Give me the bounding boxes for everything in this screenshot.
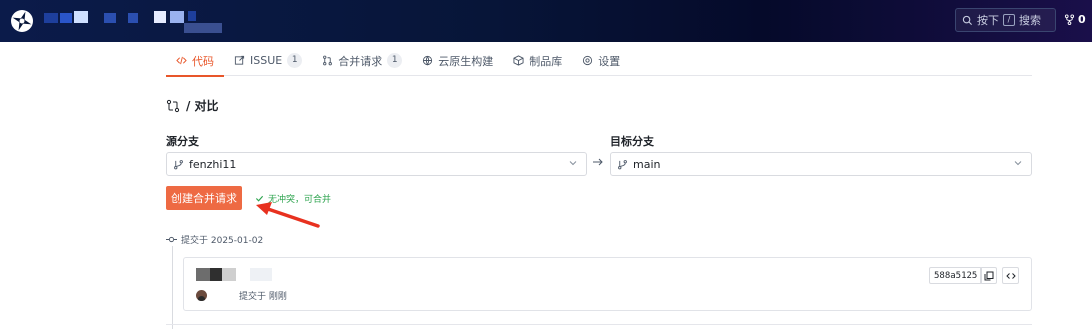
source-branch-value: fenzhi11 xyxy=(189,157,237,171)
commit-card[interactable]: 提交于 刚刚 588a5125 xyxy=(183,257,1032,311)
tab-merge-requests-label: 合并请求 xyxy=(338,54,383,68)
tab-cloud-build[interactable]: 云原生构建 xyxy=(412,46,503,76)
target-branch-value: main xyxy=(633,157,661,171)
global-search[interactable]: 按下 / 搜索 xyxy=(955,8,1056,32)
tab-cloud-build-label: 云原生构建 xyxy=(438,54,494,68)
package-icon xyxy=(513,55,524,66)
chevron-down-icon xyxy=(1014,161,1022,166)
source-branch-select[interactable]: fenzhi11 xyxy=(166,152,587,176)
settings-icon xyxy=(583,55,593,66)
code-icon xyxy=(176,56,187,65)
compare-icon xyxy=(166,99,180,112)
branch-icon xyxy=(618,159,627,169)
tab-code-label: 代码 xyxy=(192,54,214,68)
copy-sha-button[interactable] xyxy=(980,267,997,284)
create-merge-request-button[interactable]: 创建合并请求 xyxy=(166,186,242,210)
pull-request-icon xyxy=(323,55,333,66)
top-navbar: 按下 / 搜索 0 xyxy=(0,0,1092,42)
tab-packages[interactable]: 制品库 xyxy=(503,46,572,76)
fork-counter[interactable]: 0 xyxy=(1064,13,1086,26)
search-shortcut-text: 按下 xyxy=(977,14,999,27)
fork-count: 0 xyxy=(1078,13,1086,26)
commit-icon xyxy=(166,236,177,243)
commit-sha[interactable]: 588a5125 xyxy=(929,267,983,284)
target-branch-label: 目标分支 xyxy=(610,135,654,148)
issue-count-badge: 1 xyxy=(287,53,303,68)
issue-icon xyxy=(234,55,245,65)
page-title: / 对比 xyxy=(166,97,219,114)
tab-merge-requests[interactable]: 合并请求 1 xyxy=(312,46,412,76)
arrow-right-icon xyxy=(593,158,603,166)
copy-icon xyxy=(984,271,993,280)
search-label: 搜索 xyxy=(1019,14,1041,27)
divider xyxy=(166,324,1032,325)
redacted-repo-path[interactable] xyxy=(44,9,224,35)
target-branch-select[interactable]: main xyxy=(610,152,1032,176)
branch-icon xyxy=(174,159,183,169)
tab-packages-label: 制品库 xyxy=(529,54,563,68)
redacted-commit-title[interactable] xyxy=(196,268,272,281)
code-icon xyxy=(1005,272,1016,279)
commit-group-date: 提交于 2025-01-02 xyxy=(181,236,264,246)
merge-request-count-badge: 1 xyxy=(387,53,403,68)
page-title-text: / 对比 xyxy=(186,99,219,113)
tab-settings[interactable]: 设置 xyxy=(572,46,630,76)
commit-time: 提交于 刚刚 xyxy=(239,292,287,302)
browse-code-button[interactable] xyxy=(1002,267,1019,284)
avatar[interactable] xyxy=(196,290,207,301)
tab-settings-label: 设置 xyxy=(598,54,621,68)
search-shortcut-key: / xyxy=(1003,14,1015,26)
chevron-down-icon xyxy=(569,161,577,166)
repo-tabs: 代码 ISSUE 1 合并请求 1 云原生构建 制品库 设置 xyxy=(166,46,1032,77)
cloud-build-icon xyxy=(423,55,433,66)
timeline-line xyxy=(172,246,173,329)
app-logo[interactable] xyxy=(10,9,34,33)
annotation-arrow xyxy=(256,202,320,228)
search-icon xyxy=(962,15,973,25)
tab-code[interactable]: 代码 xyxy=(166,46,224,77)
tab-issue[interactable]: ISSUE 1 xyxy=(224,46,312,76)
commit-meta: 提交于 刚刚 xyxy=(196,289,287,302)
tab-issue-label: ISSUE xyxy=(250,54,283,67)
fork-icon xyxy=(1064,14,1075,25)
commit-group-header: 提交于 2025-01-02 xyxy=(166,233,263,246)
source-branch-label: 源分支 xyxy=(166,135,199,148)
